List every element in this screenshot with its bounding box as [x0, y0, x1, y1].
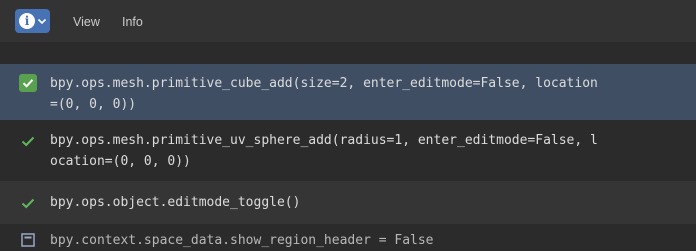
info-icon: i: [19, 13, 35, 29]
menu-info[interactable]: Info: [122, 14, 143, 30]
info-editor-header: i View Info: [0, 0, 696, 42]
report-row[interactable]: bpy.ops.object.editmode_toggle(): [0, 181, 696, 224]
editor-type-dropdown[interactable]: i: [15, 9, 50, 33]
check-icon: [18, 193, 38, 213]
report-row[interactable]: bpy.context.space_data.show_region_heade…: [0, 224, 696, 248]
report-row[interactable]: bpy.ops.mesh.primitive_uv_sphere_add(rad…: [0, 120, 696, 181]
report-text: bpy.ops.mesh.primitive_cube_add(size=2, …: [50, 76, 598, 112]
report-row-selected[interactable]: bpy.ops.mesh.primitive_cube_add(size=2, …: [0, 64, 696, 120]
header-spacer: [0, 42, 696, 64]
report-text: bpy.context.space_data.show_region_heade…: [50, 233, 434, 248]
check-icon: [18, 131, 38, 151]
info-report-icon: [18, 230, 38, 250]
chevron-down-icon: [37, 16, 47, 26]
checkbox: [19, 74, 37, 92]
check-icon: [18, 73, 38, 93]
report-text: bpy.ops.mesh.primitive_uv_sphere_add(rad…: [50, 133, 598, 169]
report-text: bpy.ops.object.editmode_toggle(): [50, 195, 301, 210]
menu-view[interactable]: View: [73, 14, 100, 30]
